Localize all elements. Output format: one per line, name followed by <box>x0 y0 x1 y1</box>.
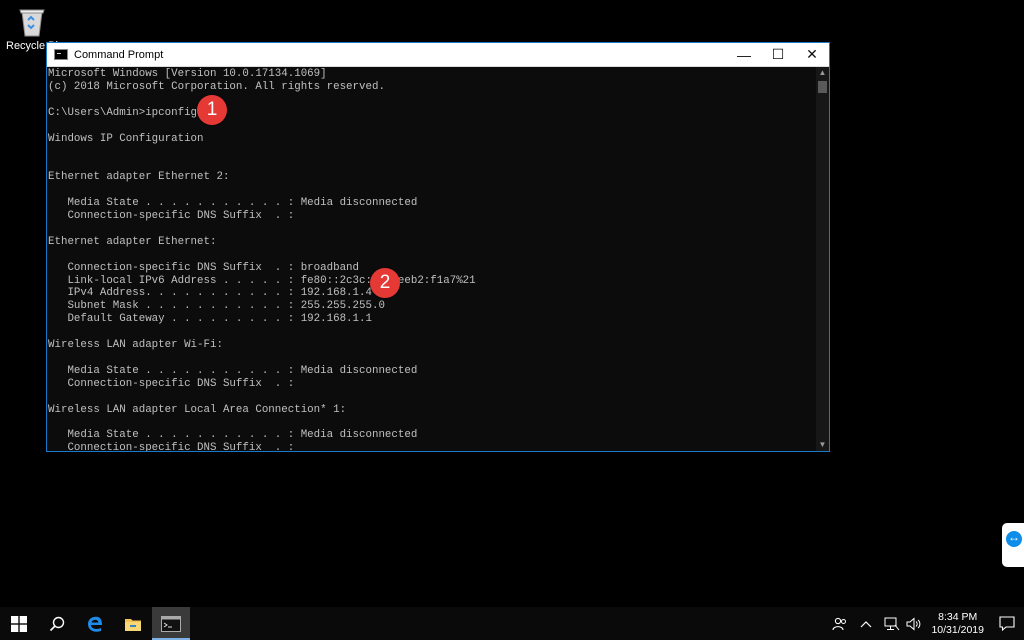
scroll-down-icon[interactable]: ▼ <box>816 439 829 451</box>
maximize-button[interactable]: ☐ <box>761 43 795 66</box>
show-hidden-icons-button[interactable] <box>851 607 881 640</box>
start-button[interactable] <box>0 607 38 640</box>
people-icon <box>832 617 847 630</box>
title-bar[interactable]: Command Prompt — ☐ ✕ <box>47 43 829 67</box>
edge-taskbar-button[interactable] <box>76 607 114 640</box>
notification-icon <box>999 616 1015 631</box>
close-button[interactable]: ✕ <box>795 43 829 66</box>
command-prompt-icon <box>161 615 181 632</box>
people-button[interactable] <box>829 607 851 640</box>
clock-time: 8:34 PM <box>938 610 978 623</box>
scrollbar-thumb[interactable] <box>818 81 827 93</box>
windows-start-icon <box>11 615 27 632</box>
clock[interactable]: 8:34 PM 10/31/2019 <box>925 611 990 637</box>
callout-2: 2 <box>370 268 400 298</box>
scroll-up-icon[interactable]: ▲ <box>816 67 829 79</box>
command-prompt-window[interactable]: Command Prompt — ☐ ✕ Microsoft Windows [… <box>46 42 830 452</box>
volume-button[interactable] <box>903 607 925 640</box>
teamviewer-icon <box>1006 530 1022 547</box>
edge-browser-icon <box>88 616 102 632</box>
network-button[interactable] <box>881 607 903 640</box>
taskbar: 8:34 PM 10/31/2019 <box>0 607 1024 640</box>
minimize-button[interactable]: — <box>727 43 761 66</box>
chevron-up-icon <box>861 620 872 627</box>
file-explorer-icon <box>125 618 141 631</box>
system-tray: 8:34 PM 10/31/2019 <box>829 607 1024 640</box>
action-center-button[interactable] <box>990 607 1024 640</box>
console-output-area[interactable]: Microsoft Windows [Version 10.0.17134.10… <box>47 67 816 451</box>
command-prompt-icon <box>54 49 68 60</box>
teamviewer-tab[interactable] <box>1002 523 1024 567</box>
clock-date: 10/31/2019 <box>931 623 984 636</box>
callout-1: 1 <box>197 95 227 125</box>
file-explorer-taskbar-button[interactable] <box>114 607 152 640</box>
recycle-bin-icon <box>16 4 48 38</box>
speaker-icon <box>906 616 921 631</box>
command-prompt-taskbar-button[interactable] <box>152 607 190 640</box>
network-icon <box>884 617 900 630</box>
window-title: Command Prompt <box>74 48 164 61</box>
vertical-scrollbar[interactable]: ▲ ▼ <box>816 67 829 451</box>
search-button[interactable] <box>38 607 76 640</box>
search-icon <box>49 616 65 631</box>
console-output-text: Microsoft Windows [Version 10.0.17134.10… <box>48 68 476 451</box>
